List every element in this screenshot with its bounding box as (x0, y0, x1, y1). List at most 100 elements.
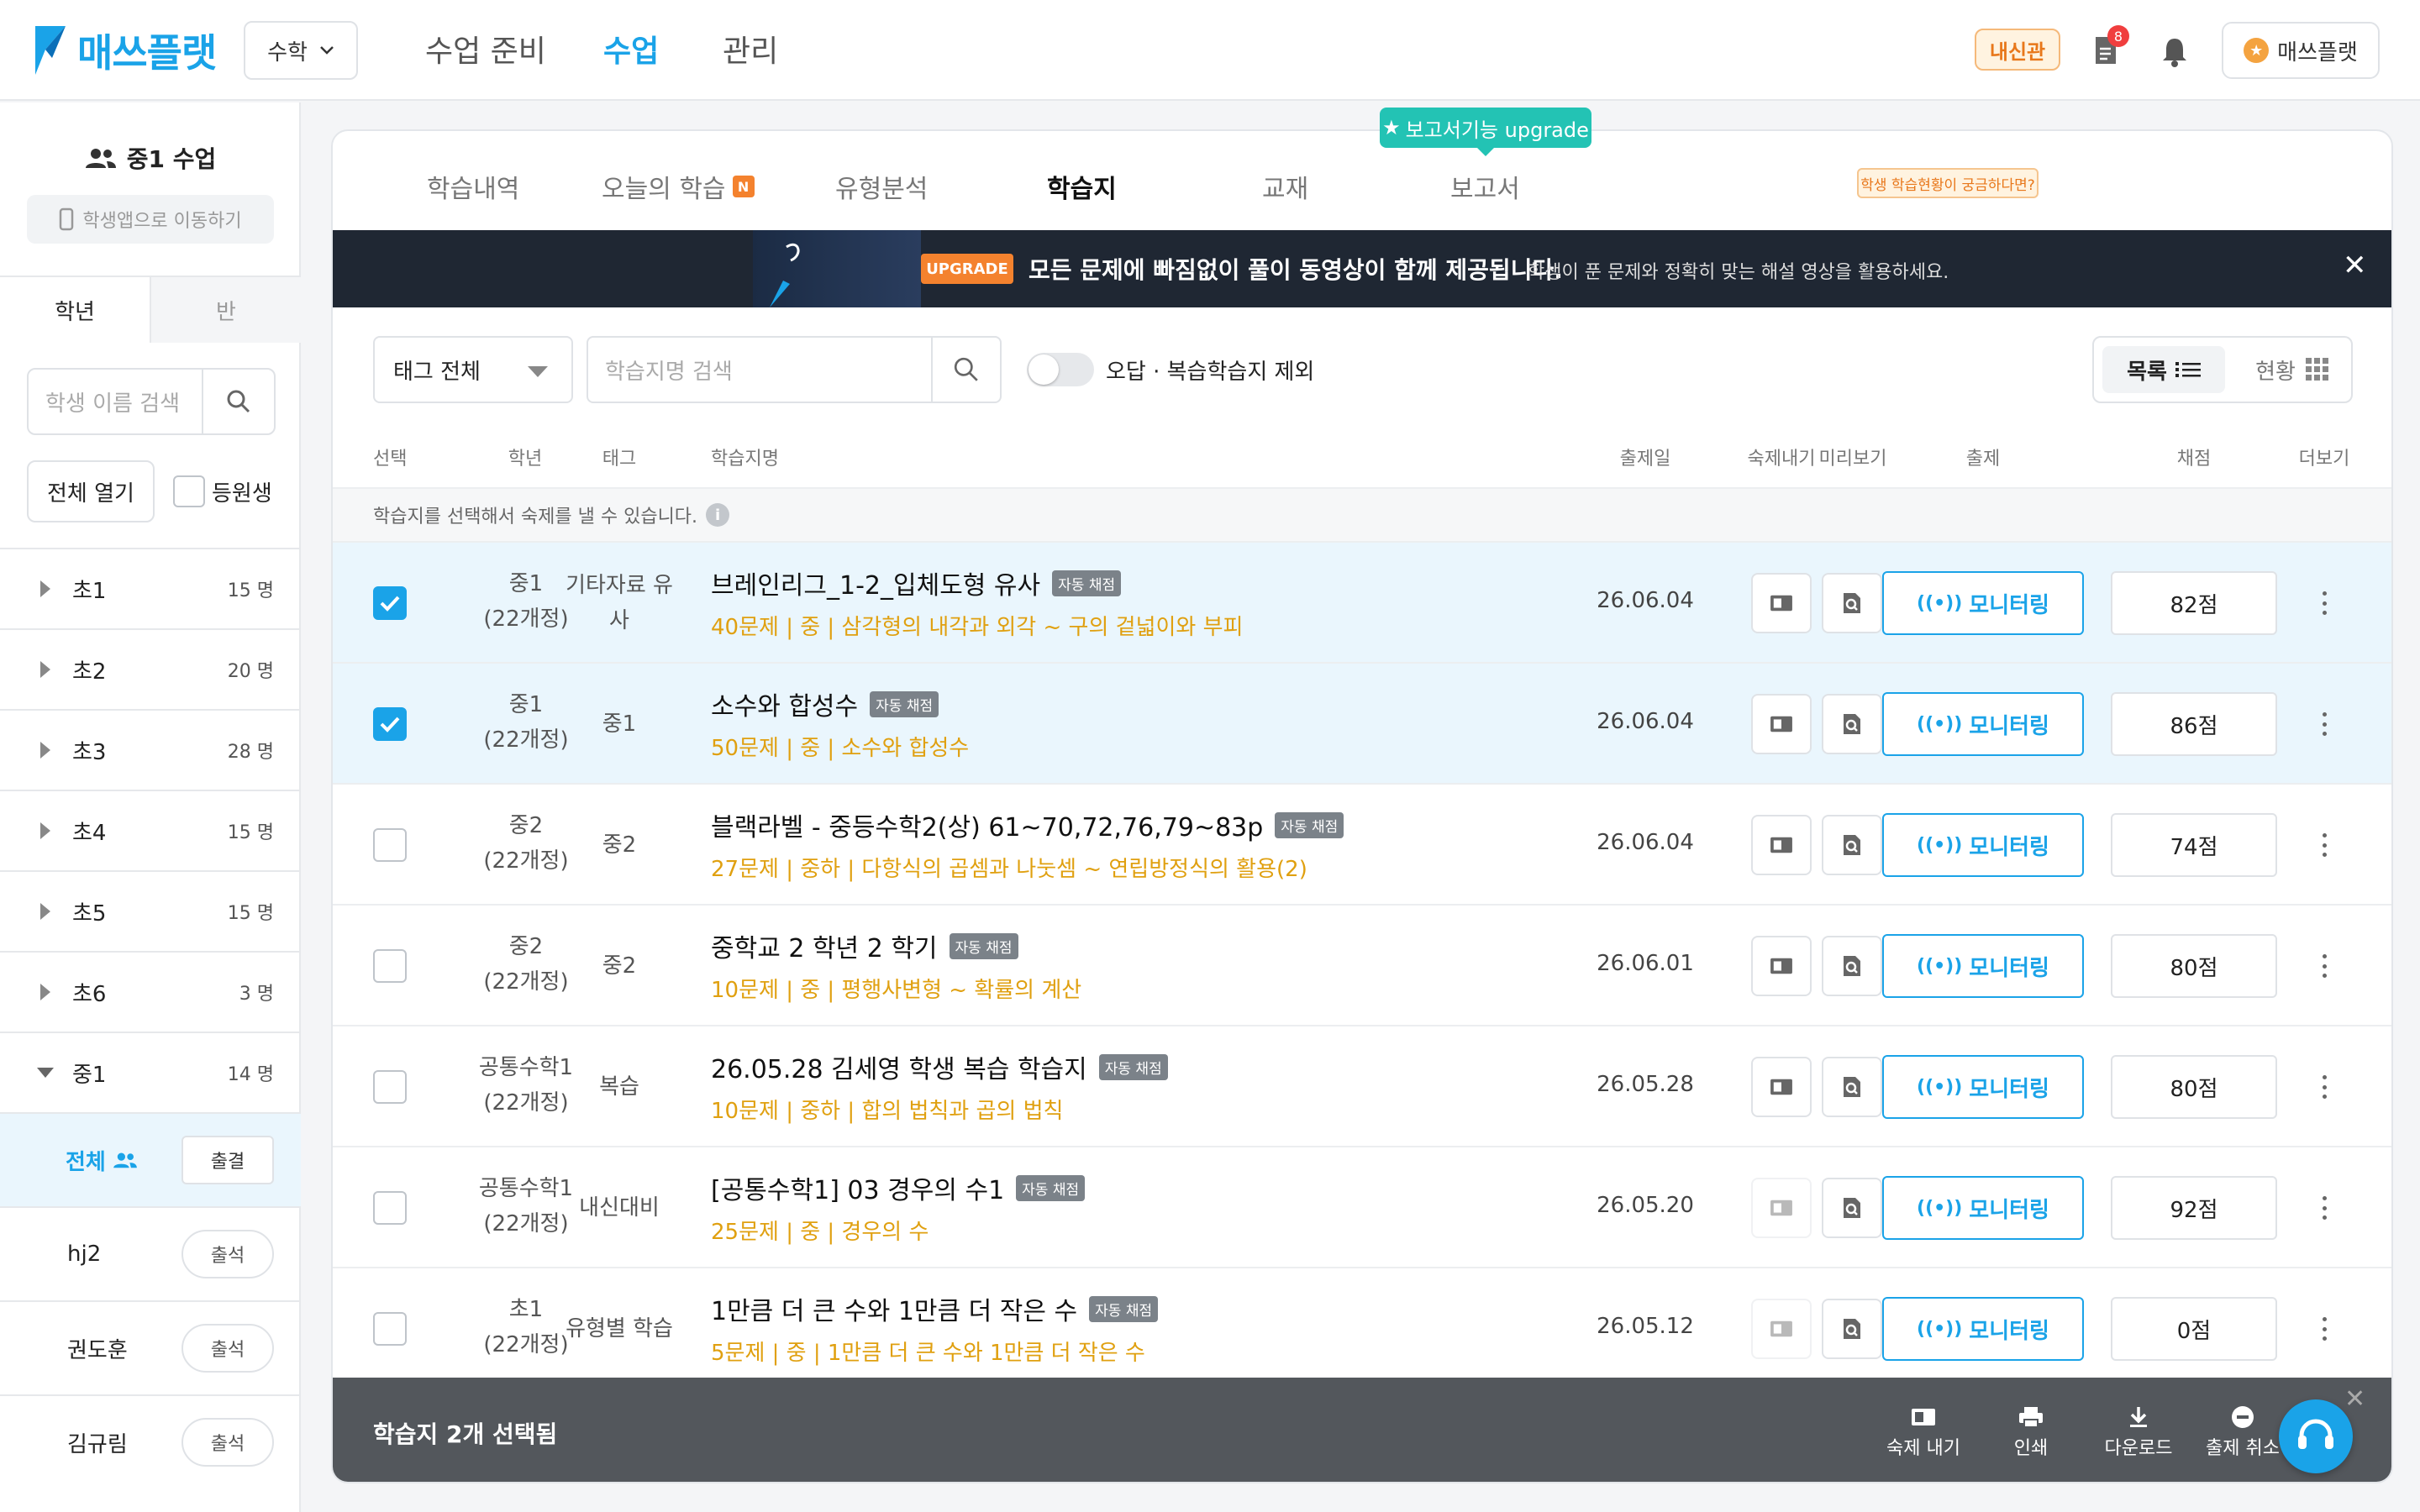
row-checkbox[interactable] (373, 1191, 407, 1225)
report-upgrade-tooltip[interactable]: ★ 보고서기능 upgrade (1380, 108, 1591, 156)
homework-button[interactable] (1751, 815, 1812, 875)
sidebar-item-grade[interactable]: 초2 20 명 (0, 628, 301, 709)
sidebar-item-grade-expanded[interactable]: 중1 14 명 (0, 1032, 301, 1112)
homework-button[interactable] (1751, 1057, 1812, 1117)
score-button[interactable]: 86점 (2111, 692, 2277, 756)
score-button[interactable]: 92점 (2111, 1176, 2277, 1240)
nav-class-prep[interactable]: 수업 준비 (425, 27, 546, 71)
monitoring-button[interactable]: ((•)) 모니터링 (1882, 571, 2084, 635)
view-list-button[interactable]: 목록 (2102, 346, 2225, 393)
score-button[interactable]: 82점 (2111, 571, 2277, 635)
more-vert-icon[interactable] (2316, 586, 2333, 620)
brand-logo[interactable]: 매쓰플랫 (34, 22, 217, 79)
more-vert-icon[interactable] (2316, 707, 2333, 741)
score-button[interactable]: 74점 (2111, 813, 2277, 877)
tab-grade[interactable]: 학년 (0, 277, 150, 343)
row-checkbox[interactable] (373, 1070, 407, 1104)
row-title[interactable]: 1만큼 더 큰 수와 1만큼 더 작은 수 자동 채점 (711, 1290, 1159, 1327)
row-title[interactable]: 중학교 2 학년 2 학기 자동 채점 (711, 927, 1018, 964)
student-app-button[interactable]: 학생앱으로 이동하기 (27, 195, 274, 244)
preview-button[interactable] (1822, 1178, 1882, 1238)
sidebar-item-student[interactable]: 김규림 출석 (0, 1394, 301, 1488)
preview-button[interactable] (1822, 694, 1882, 754)
sidebar-item-student[interactable]: hj2 출석 (0, 1206, 301, 1300)
view-status-button[interactable]: 현황 (2242, 346, 2343, 393)
preview-button[interactable] (1822, 815, 1882, 875)
user-profile-button[interactable]: ★ 매쓰플랫 (2222, 22, 2380, 79)
table-row[interactable]: 중1 (22개정) 기타자료 유사 브레인리그_1-2_입체도형 유사 자동 채점 40문… (333, 541, 2391, 662)
cancel-assign-button[interactable]: 출제 취소 (2196, 1401, 2289, 1460)
tag-filter-select[interactable]: 태그 전체 (373, 336, 573, 403)
monitoring-button[interactable]: ((•)) 모니터링 (1882, 813, 2084, 877)
score-button[interactable]: 0점 (2111, 1297, 2277, 1361)
registered-checkbox[interactable] (173, 475, 205, 507)
table-row[interactable]: 중2 (22개정) 중2 블랙라벨 - 중등수학2(상) 61~70,72,76,79… (333, 783, 2391, 904)
tab-report[interactable]: 보고서 (1450, 168, 1520, 205)
sidebar-item-grade[interactable]: 초3 28 명 (0, 709, 301, 790)
bell-icon[interactable] (2160, 35, 2190, 67)
row-title[interactable]: [공통수학1] 03 경우의 수1 자동 채점 (711, 1169, 1086, 1206)
student-search-input[interactable]: 학생 이름 검색 (29, 386, 202, 417)
sidebar-item-grade[interactable]: 초5 15 명 (0, 870, 301, 951)
tab-class[interactable]: 반 (150, 277, 301, 343)
row-title[interactable]: 브레인리그_1-2_입체도형 유사 자동 채점 (711, 564, 1122, 601)
row-checkbox[interactable] (373, 707, 407, 741)
row-checkbox[interactable] (373, 1312, 407, 1346)
score-button[interactable]: 80점 (2111, 1055, 2277, 1119)
attendance-button[interactable]: 출결 (182, 1136, 274, 1184)
row-title[interactable]: 블랙라벨 - 중등수학2(상) 61~70,72,76,79~83p 자동 채점 (711, 806, 1344, 843)
more-vert-icon[interactable] (2316, 828, 2333, 862)
close-icon[interactable]: ✕ (2344, 1384, 2365, 1414)
sidebar-item-grade[interactable]: 초6 3 명 (0, 951, 301, 1032)
check-in-button[interactable]: 출석 (182, 1324, 274, 1373)
preview-button[interactable] (1822, 936, 1882, 996)
preview-button[interactable] (1822, 573, 1882, 633)
nav-manage[interactable]: 관리 (723, 27, 778, 71)
monitoring-button[interactable]: ((•)) 모니터링 (1882, 692, 2084, 756)
worksheet-search-input[interactable]: 학습지명 검색 (588, 354, 931, 386)
more-vert-icon[interactable] (2316, 1312, 2333, 1346)
row-title[interactable]: 소수와 합성수 자동 채점 (711, 685, 939, 722)
more-vert-icon[interactable] (2316, 1191, 2333, 1225)
homework-button[interactable] (1751, 1178, 1812, 1238)
download-button[interactable]: 다운로드 (2092, 1401, 2185, 1460)
preview-button[interactable] (1822, 1057, 1882, 1117)
naesin-badge[interactable]: 내신관 (1975, 29, 2060, 71)
homework-button[interactable] (1751, 1299, 1812, 1359)
registered-filter[interactable]: 등원생 (173, 475, 272, 507)
check-in-button[interactable]: 출석 (182, 1230, 274, 1278)
close-icon[interactable]: ✕ (2343, 249, 2367, 282)
open-all-button[interactable]: 전체 열기 (27, 460, 155, 522)
exclude-review-toggle[interactable] (1027, 353, 1094, 386)
table-row[interactable]: 공통수학1 (22개정) 내신대비 [공통수학1] 03 경우의 수1 자동 채점 25문… (333, 1146, 2391, 1267)
nav-class[interactable]: 수업 (603, 27, 659, 71)
monitoring-button[interactable]: ((•)) 모니터링 (1882, 934, 2084, 998)
monitoring-button[interactable]: ((•)) 모니터링 (1882, 1297, 2084, 1361)
table-row[interactable]: 중2 (22개정) 중2 중학교 2 학년 2 학기 자동 채점 10문제 | 중 | 평… (333, 904, 2391, 1025)
tab-worksheet[interactable]: 학습지 (1047, 168, 1117, 205)
tab-today[interactable]: 오늘의 학습 N (602, 168, 755, 205)
check-in-button[interactable]: 출석 (182, 1418, 274, 1467)
sidebar-item-student[interactable]: 권도훈 출석 (0, 1300, 301, 1394)
worksheet-search-button[interactable] (931, 338, 1000, 402)
subject-select[interactable]: 수학 (244, 21, 358, 80)
monitoring-button[interactable]: ((•)) 모니터링 (1882, 1055, 2084, 1119)
row-title[interactable]: 26.05.28 김세영 학생 복습 학습지 자동 채점 (711, 1048, 1168, 1085)
table-row[interactable]: 중1 (22개정) 중1 소수와 합성수 자동 채점 50문제 | 중 | 소수와 합성수… (333, 662, 2391, 783)
row-checkbox[interactable] (373, 828, 407, 862)
tab-learning-history[interactable]: 학습내역 (427, 168, 519, 205)
info-icon[interactable]: i (706, 503, 730, 527)
sidebar-item-grade[interactable]: 초1 15 명 (0, 548, 301, 628)
support-chat-button[interactable] (2279, 1399, 2353, 1473)
row-checkbox[interactable] (373, 586, 407, 620)
preview-button[interactable] (1822, 1299, 1882, 1359)
more-vert-icon[interactable] (2316, 949, 2333, 983)
monitoring-button[interactable]: ((•)) 모니터링 (1882, 1176, 2084, 1240)
homework-button[interactable] (1751, 694, 1812, 754)
row-checkbox[interactable] (373, 949, 407, 983)
table-row[interactable]: 공통수학1 (22개정) 복습 26.05.28 김세영 학생 복습 학습지 자동 채점… (333, 1025, 2391, 1146)
student-search-button[interactable] (202, 370, 274, 433)
tab-textbook[interactable]: 교재 (1262, 168, 1308, 205)
table-row[interactable]: 초1 (22개정) 유형별 학습 1만큼 더 큰 수와 1만큼 더 작은 수 자동 채점… (333, 1267, 2391, 1388)
more-vert-icon[interactable] (2316, 1070, 2333, 1104)
